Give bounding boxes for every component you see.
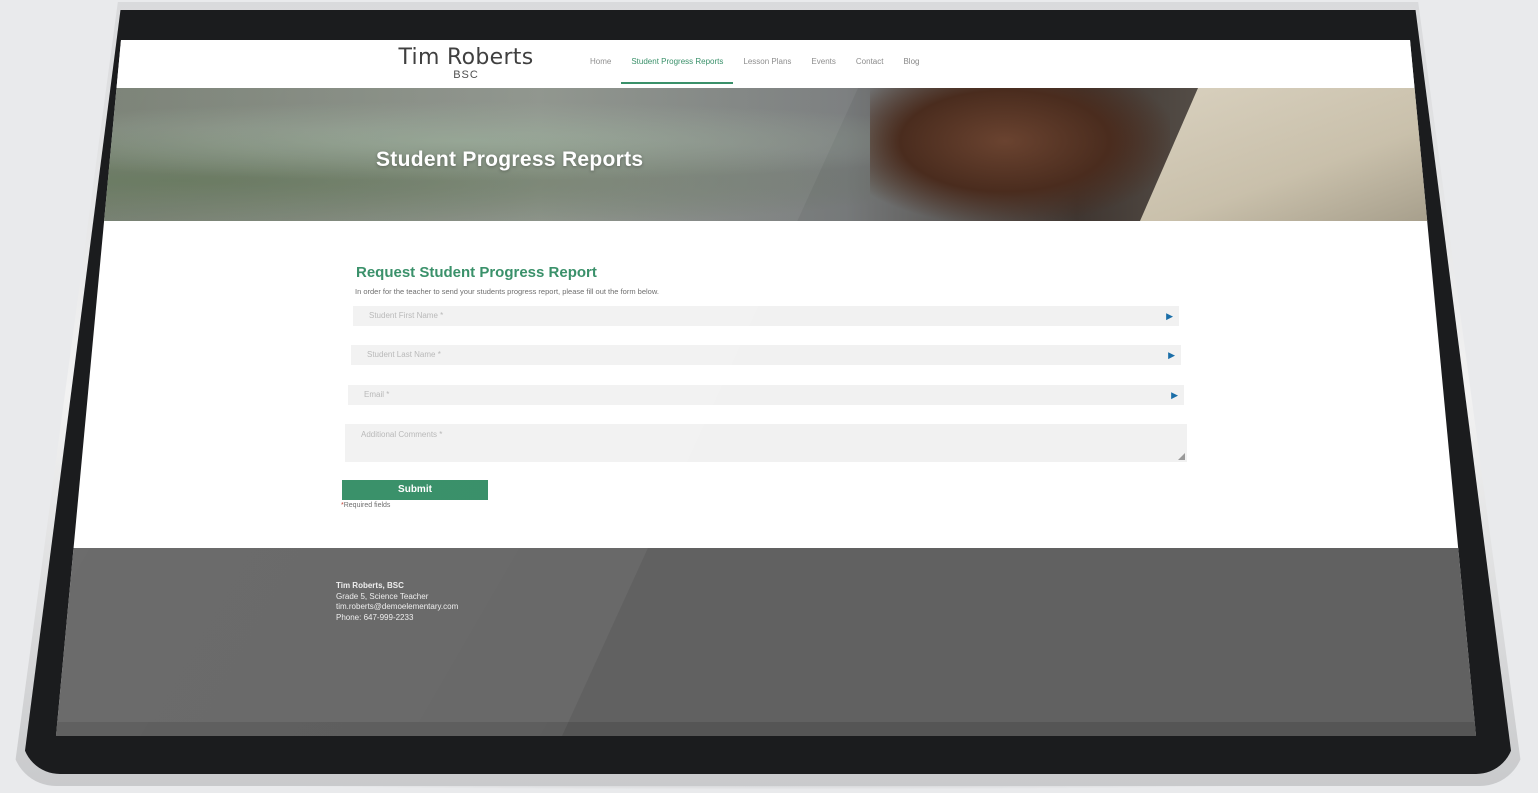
main-nav: Home Student Progress Reports Lesson Pla… [580,40,929,88]
footer-role: Grade 5, Science Teacher [336,591,429,601]
footer-email[interactable]: tim.roberts@demoelementary.com [336,602,458,613]
footer-contact: Tim Roberts, BSC Grade 5, Science Teache… [336,581,458,623]
hero-photo-face [870,88,1170,221]
email-field[interactable]: Email * ▶ [348,385,1184,405]
site-header: Tim Roberts BSC Home Student Progress Re… [56,40,1476,88]
footer-name: Tim Roberts, BSC [336,581,404,590]
page-title: Student Progress Reports [376,148,644,171]
submit-button[interactable]: Submit [342,480,488,500]
nav-blog[interactable]: Blog [893,40,929,88]
email-placeholder: Email * [364,390,390,399]
nav-lesson-plans[interactable]: Lesson Plans [733,40,801,88]
nav-contact[interactable]: Contact [846,40,894,88]
nav-student-progress-reports[interactable]: Student Progress Reports [621,40,734,88]
nav-events[interactable]: Events [801,40,845,88]
autofill-icon[interactable]: ▶ [1168,350,1175,360]
last-name-placeholder: Student Last Name * [367,350,441,359]
logo-name: Tim Roberts [398,45,534,70]
required-note-text: Required fields [343,502,391,509]
footer-phone: Phone: 647-999-2233 [336,612,414,622]
site-logo[interactable]: Tim Roberts BSC [386,46,546,81]
form-intro: In order for the teacher to send your st… [355,287,659,296]
comments-field[interactable]: Additional Comments * [345,424,1187,462]
comments-placeholder: Additional Comments * [361,430,443,439]
form-title: Request Student Progress Report [356,264,597,281]
first-name-field[interactable]: Student First Name * ▶ [353,306,1179,326]
logo-subtitle: BSC [453,69,479,81]
autofill-icon[interactable]: ▶ [1171,390,1178,400]
resize-grip-icon[interactable] [1178,453,1185,460]
site-footer [56,548,1476,736]
nav-home[interactable]: Home [580,40,621,88]
tablet-screen: Tim Roberts BSC Home Student Progress Re… [56,40,1476,736]
autofill-icon[interactable]: ▶ [1166,311,1173,321]
first-name-placeholder: Student First Name * [369,311,444,320]
footer-bottom-bar [56,722,1476,736]
last-name-field[interactable]: Student Last Name * ▶ [351,345,1181,365]
required-note: *Required fields [341,502,390,509]
